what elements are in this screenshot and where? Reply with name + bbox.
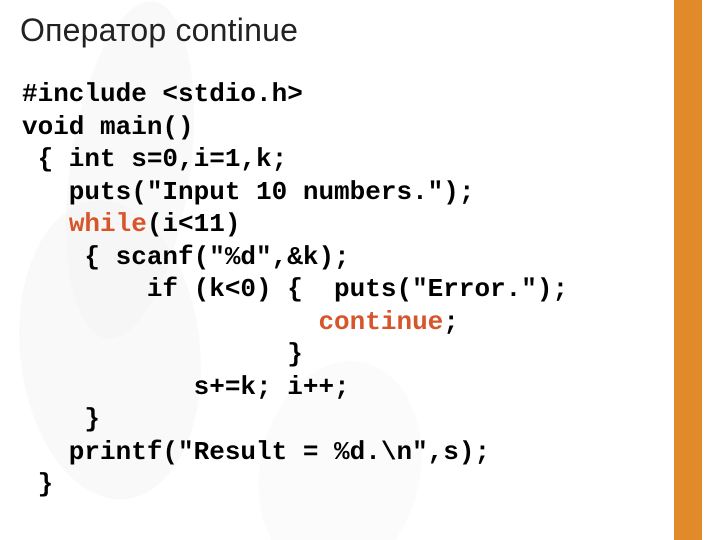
code-line: continue; (22, 307, 459, 337)
code-line: } (22, 339, 303, 369)
code-line: void main() (22, 112, 194, 142)
slide-title: Оператор continue (20, 12, 298, 49)
slide: Оператор continue #include <stdio.h> voi… (0, 0, 720, 540)
code-line: { int s=0,i=1,k; (22, 144, 287, 174)
code-line: #include <stdio.h> (22, 79, 303, 109)
code-line: } (22, 404, 100, 434)
code-text: (i<11) (147, 209, 241, 239)
code-line: printf("Result = %d.\n",s); (22, 437, 490, 467)
accent-bar (674, 0, 702, 540)
code-line: } (22, 469, 53, 499)
code-line: s+=k; i++; (22, 372, 350, 402)
keyword-highlight: continue (318, 307, 443, 337)
code-line: if (k<0) { puts("Error."); (22, 274, 568, 304)
code-block: #include <stdio.h> void main() { int s=0… (22, 78, 660, 501)
code-line: { scanf("%d",&k); (22, 242, 350, 272)
code-line: puts("Input 10 numbers."); (22, 177, 474, 207)
keyword-highlight: while (69, 209, 147, 239)
code-line: while(i<11) (22, 209, 240, 239)
code-text: ; (443, 307, 459, 337)
